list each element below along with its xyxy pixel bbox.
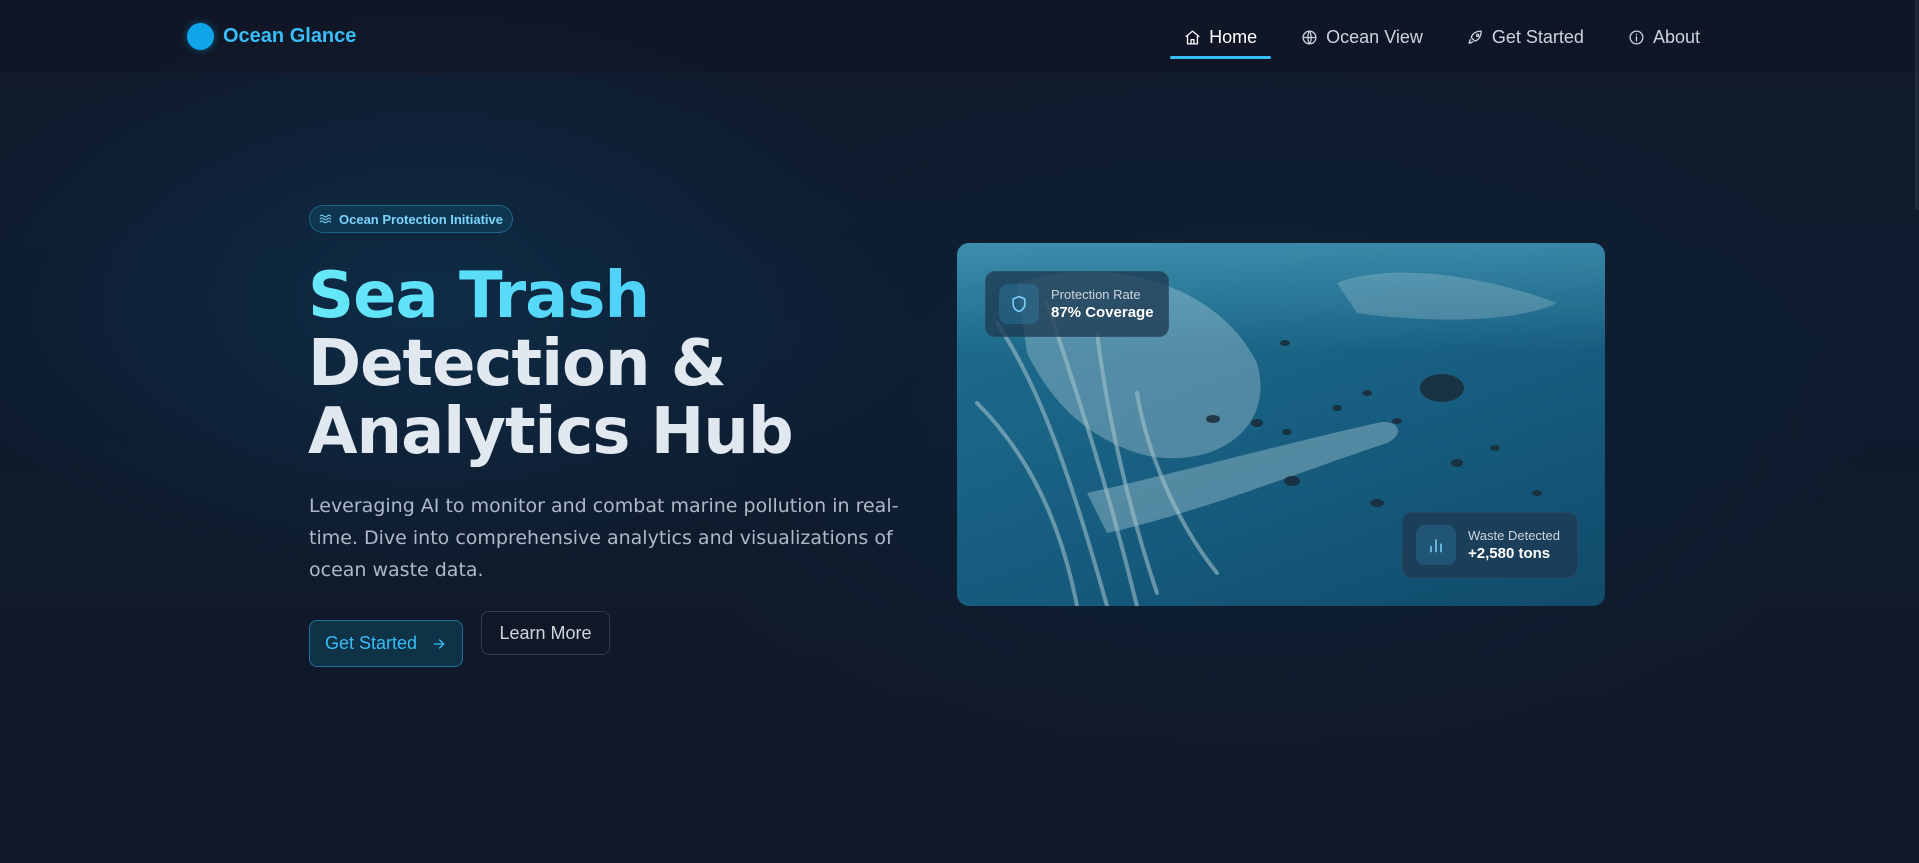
home-icon xyxy=(1185,29,1200,45)
hero-title-line: Analytics Hub xyxy=(308,395,794,469)
nav-item-home[interactable]: Home xyxy=(1170,0,1272,74)
waves-icon xyxy=(319,214,332,224)
globe-icon xyxy=(1302,29,1317,45)
waste-detected-card: Waste Detected +2,580 tons xyxy=(1402,512,1578,578)
protection-rate-card: Protection Rate 87% Coverage xyxy=(985,271,1169,337)
logo-icon xyxy=(187,23,214,50)
brand-name: Ocean Glance xyxy=(223,25,357,47)
hero-title-highlight: Sea Trash xyxy=(308,262,948,330)
hero-title-line: Detection & xyxy=(308,327,727,401)
get-started-button[interactable]: Get Started xyxy=(309,620,463,667)
nav-item-label: Get Started xyxy=(1491,26,1584,47)
hero-description: Leveraging AI to monitor and combat mari… xyxy=(309,495,899,581)
nav-item-label: Home xyxy=(1209,26,1258,47)
learn-more-button[interactable]: Learn More xyxy=(481,611,610,655)
nav-item-label: About xyxy=(1652,26,1700,47)
hero-title: Sea Trash Detection & Analytics Hub xyxy=(308,262,948,466)
button-label: Learn More xyxy=(499,622,592,643)
top-navbar: Ocean Glance Home Ocean View Get Started… xyxy=(0,0,1919,74)
nav-menu: Home Ocean View Get Started About xyxy=(1170,0,1714,74)
shield-icon xyxy=(1012,295,1026,313)
bar-chart-icon-wrap xyxy=(1416,525,1456,565)
waste-detected-label: Waste Detected xyxy=(1468,528,1561,543)
nav-item-get-started[interactable]: Get Started xyxy=(1453,0,1598,74)
nav-item-ocean-view[interactable]: Ocean View xyxy=(1287,0,1437,74)
nav-item-label: Ocean View xyxy=(1326,26,1423,47)
info-icon xyxy=(1629,29,1644,45)
button-label: Get Started xyxy=(324,633,418,653)
ocean-trash-image: Protection Rate 87% Coverage Waste Detec… xyxy=(957,243,1605,606)
arrow-right-icon xyxy=(433,638,445,649)
protection-rate-value: 87% Coverage xyxy=(1051,304,1154,321)
waste-detected-value: +2,580 tons xyxy=(1468,545,1551,562)
nav-item-about[interactable]: About xyxy=(1614,0,1714,74)
protection-rate-label: Protection Rate xyxy=(1051,287,1141,302)
page-scrollbar[interactable] xyxy=(1915,0,1919,210)
shield-icon-wrap xyxy=(999,284,1039,324)
rocket-icon xyxy=(1468,29,1482,44)
badge-label: Ocean Protection Initiative xyxy=(339,211,503,227)
initiative-badge: Ocean Protection Initiative xyxy=(309,205,513,233)
bar-chart-icon xyxy=(1430,539,1442,553)
brand-logo[interactable]: Ocean Glance xyxy=(187,23,356,50)
